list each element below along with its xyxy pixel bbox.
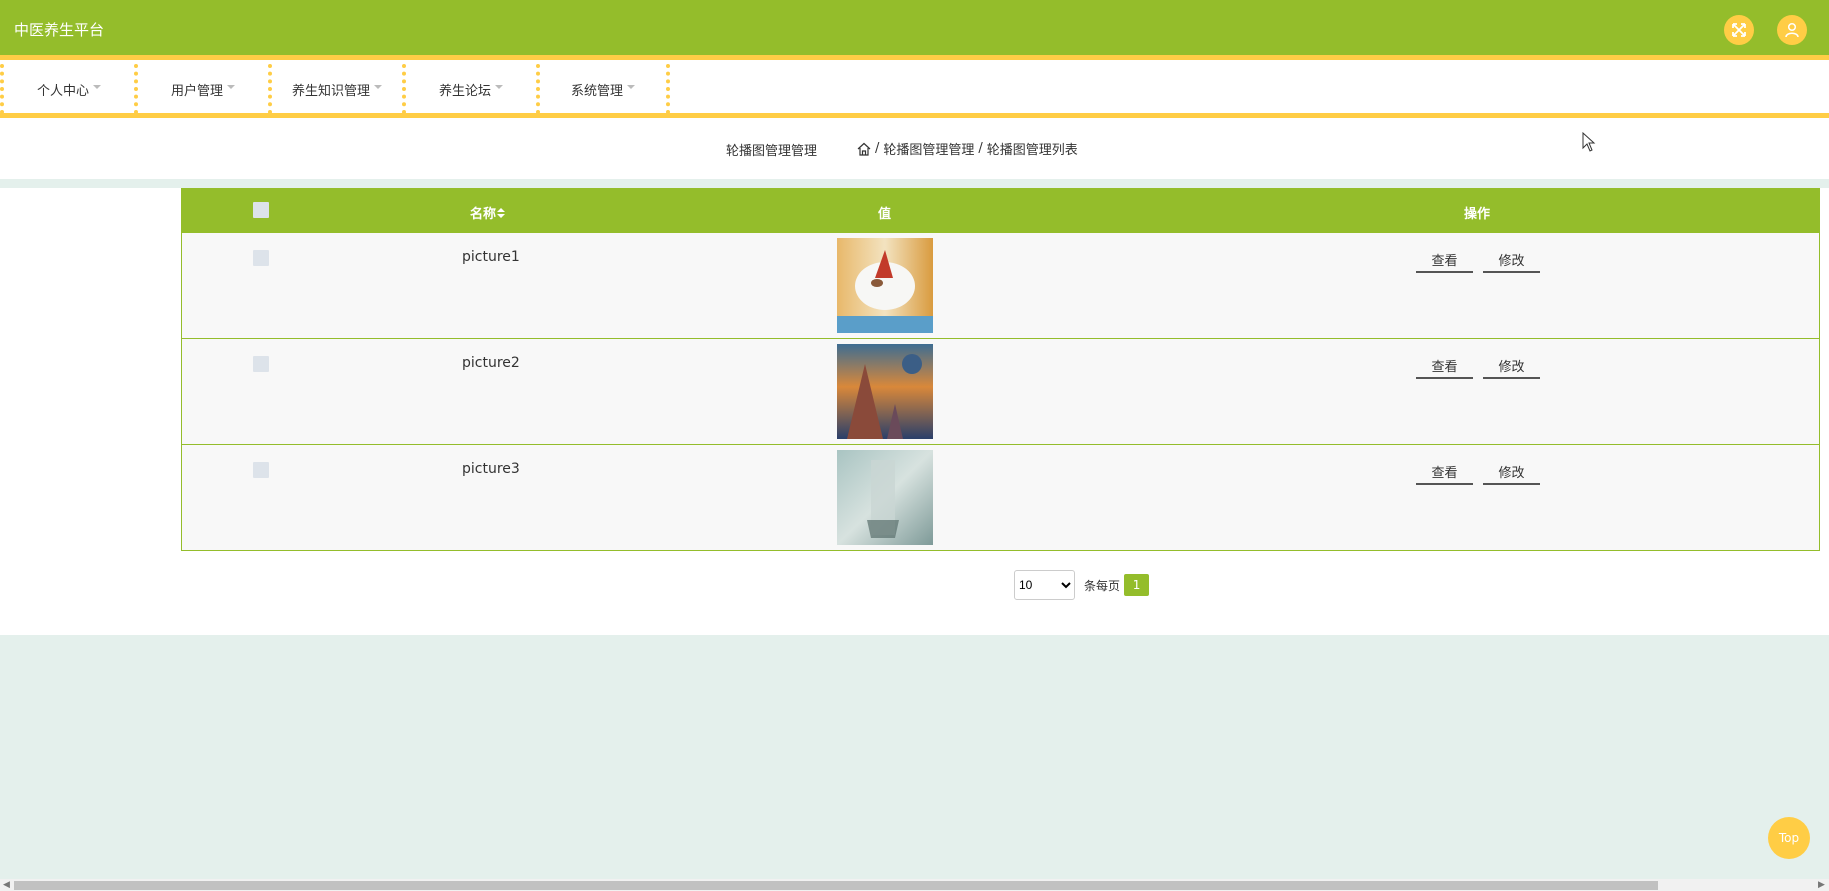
pagination: 10 条每页 1: [1014, 570, 1150, 600]
breadcrumb-level1[interactable]: 轮播图管理管理: [883, 139, 974, 158]
nav-item-label: 养生论坛: [438, 83, 491, 99]
back-to-top-button[interactable]: Top: [1768, 817, 1810, 859]
breadcrumb-separator: /: [978, 141, 983, 156]
scroll-left-arrow-icon[interactable]: ◀: [3, 880, 10, 890]
mouse-cursor-icon: [1582, 132, 1596, 152]
nav-item-personal-center[interactable]: 个人中心: [0, 64, 134, 114]
edit-button[interactable]: 修改: [1483, 247, 1540, 273]
sort-icon[interactable]: [497, 208, 506, 218]
nav-item-label: 养生知识管理: [291, 83, 370, 99]
app-title: 中医养生平台: [14, 21, 105, 39]
nav-item-forum[interactable]: 养生论坛: [402, 64, 536, 114]
caret-down-icon: [627, 85, 635, 89]
nav-item-label: 系统管理: [570, 83, 623, 99]
view-button[interactable]: 查看: [1416, 459, 1473, 485]
breadcrumb-level2: 轮播图管理列表: [986, 143, 1078, 158]
scrollbar-thumb[interactable]: [14, 881, 1658, 890]
view-button[interactable]: 查看: [1416, 353, 1473, 379]
nav-item-system-management[interactable]: 系统管理: [536, 64, 670, 114]
row-checkbox[interactable]: [253, 356, 269, 372]
row-checkbox[interactable]: [253, 250, 269, 266]
table-row: picture2 查看 修改: [182, 338, 1819, 444]
select-all-checkbox[interactable]: [253, 202, 269, 218]
row-name: picture2: [462, 355, 520, 371]
nav-item-label: 个人中心: [36, 83, 89, 99]
fullscreen-button[interactable]: [1724, 15, 1754, 45]
row-checkbox[interactable]: [253, 462, 269, 478]
per-page-label: 条每页: [1084, 578, 1121, 593]
main-panel: 名称 值 操作 picture1 查看 修改 picture2 查看 修改 pi…: [0, 188, 1829, 635]
user-menu-button[interactable]: [1777, 15, 1807, 45]
caret-down-icon: [495, 85, 503, 89]
nav-item-label: 用户管理: [170, 83, 223, 99]
caret-down-icon: [93, 85, 101, 89]
user-icon: [1785, 22, 1799, 38]
column-header-name[interactable]: 名称: [470, 203, 506, 222]
row-name: picture3: [462, 461, 520, 477]
page-number-button[interactable]: 1: [1124, 574, 1150, 596]
nav-item-knowledge-management[interactable]: 养生知识管理: [268, 64, 402, 114]
edit-button[interactable]: 修改: [1483, 459, 1540, 485]
row-thumbnail-image: [837, 344, 933, 439]
data-table: 名称 值 操作 picture1 查看 修改 picture2 查看 修改 pi…: [181, 188, 1820, 551]
main-nav: 个人中心 用户管理 养生知识管理 养生论坛 系统管理: [0, 60, 1829, 118]
column-header-name-label: 名称: [470, 207, 497, 222]
breadcrumb-bar: 轮播图管理管理 / 轮播图管理管理 / 轮播图管理列表: [0, 118, 1829, 179]
page-title: 轮播图管理管理: [726, 144, 818, 159]
scroll-right-arrow-icon[interactable]: ▶: [1818, 880, 1825, 890]
edit-button[interactable]: 修改: [1483, 353, 1540, 379]
row-thumbnail-image: [837, 450, 933, 545]
page-size-select[interactable]: 10: [1014, 570, 1075, 600]
row-name: picture1: [462, 249, 520, 265]
row-thumbnail-image: [837, 238, 933, 333]
column-header-ops: 操作: [1464, 207, 1491, 222]
table-header: 名称 值 操作: [182, 189, 1819, 232]
fullscreen-icon: [1732, 23, 1746, 37]
breadcrumb: / 轮播图管理管理 / 轮播图管理列表: [857, 139, 1078, 158]
table-row: picture1 查看 修改: [182, 232, 1819, 338]
caret-down-icon: [227, 85, 235, 89]
view-button[interactable]: 查看: [1416, 247, 1473, 273]
breadcrumb-separator: /: [875, 141, 880, 156]
column-header-value: 值: [878, 207, 892, 222]
caret-down-icon: [374, 85, 382, 89]
table-row: picture3 查看 修改: [182, 444, 1819, 550]
top-bar: 中医养生平台: [0, 0, 1829, 60]
nav-item-user-management[interactable]: 用户管理: [134, 64, 268, 114]
home-icon[interactable]: [857, 142, 871, 156]
horizontal-scrollbar[interactable]: ◀ ▶: [0, 879, 1829, 891]
